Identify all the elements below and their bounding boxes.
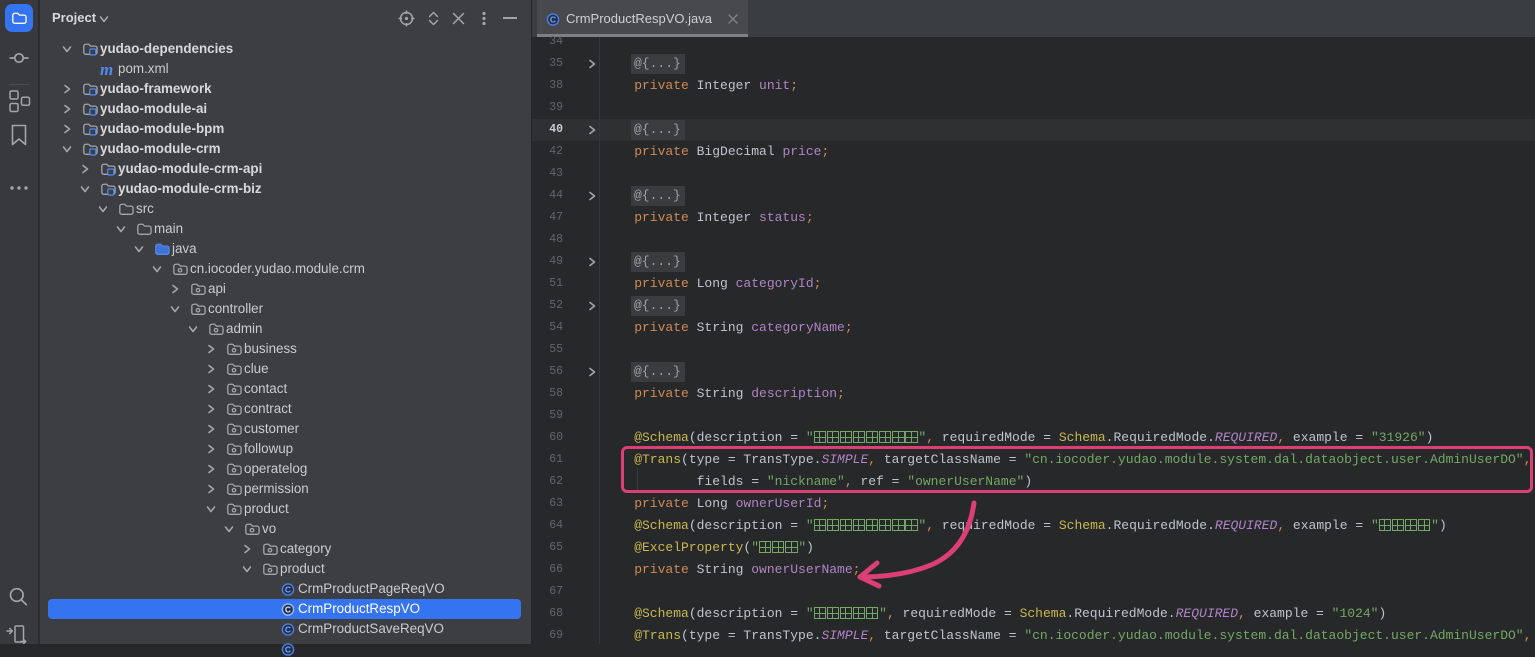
svg-text:C: C — [550, 15, 556, 25]
svg-text:m: m — [100, 61, 113, 77]
svg-text:C: C — [285, 585, 291, 595]
svg-text:C: C — [285, 625, 291, 635]
svg-text:C: C — [285, 645, 291, 655]
svg-text:C: C — [285, 605, 291, 615]
